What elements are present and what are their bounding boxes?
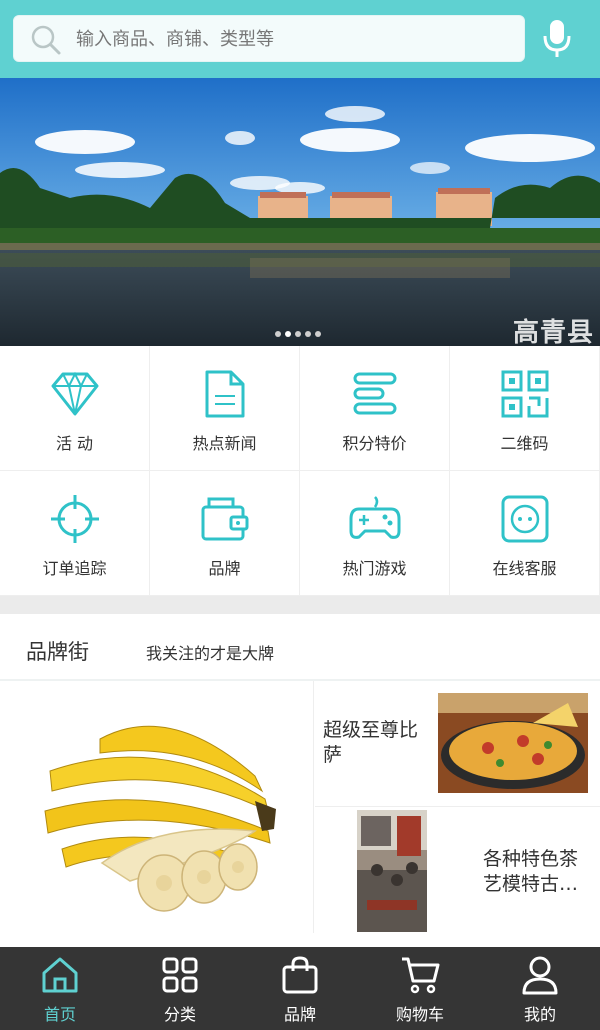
carousel-dot[interactable]: [275, 331, 281, 337]
crosshair-icon: [50, 495, 99, 543]
nav-label: 分类: [163, 1005, 196, 1024]
grid-item-customer-service[interactable]: 在线客服: [450, 471, 600, 596]
carousel-dot[interactable]: [295, 331, 301, 337]
grid-label: 活 动: [55, 434, 94, 453]
grid-item-games[interactable]: 热门游戏: [300, 471, 450, 596]
nav-home[interactable]: 首页: [0, 947, 120, 1030]
brand-card-title: 超级至尊比萨: [323, 719, 419, 766]
brand-card-pizza[interactable]: 超级至尊比萨: [315, 681, 600, 807]
brand-feature-banana[interactable]: [0, 681, 314, 933]
banner-image: [0, 78, 600, 346]
grid-item-brand[interactable]: 品牌: [150, 471, 300, 596]
grid-label: 热点新闻: [192, 434, 257, 453]
grid-item-order-tracking[interactable]: 订单追踪: [0, 471, 150, 596]
section-title: 品牌街: [26, 640, 89, 664]
home-icon: [42, 957, 78, 993]
gamepad-icon: [349, 496, 400, 539]
document-icon: [205, 370, 244, 418]
diamond-icon: [51, 371, 98, 416]
grid-label: 品牌: [208, 559, 241, 578]
list-icon: [353, 372, 396, 415]
banner-carousel[interactable]: [0, 78, 600, 346]
top-bar: 输入商品、商铺、类型等: [0, 0, 600, 78]
cart-icon: [402, 957, 440, 994]
tea-event-image: [357, 810, 427, 932]
bag-icon: [282, 956, 318, 994]
search-placeholder: 输入商品、商铺、类型等: [76, 29, 274, 50]
section-divider: [0, 596, 600, 614]
search-box[interactable]: 输入商品、商铺、类型等: [13, 15, 525, 62]
pizza-image: [438, 693, 588, 793]
grid-item-qr[interactable]: 二维码: [450, 346, 600, 471]
grid-label: 订单追踪: [42, 559, 107, 578]
microphone-icon[interactable]: [540, 18, 574, 58]
nav-label: 购物车: [395, 1005, 444, 1024]
carousel-dot[interactable]: [315, 331, 321, 337]
nav-profile[interactable]: 我的: [480, 947, 600, 1030]
grid-label: 二维码: [500, 434, 549, 453]
grid-item-activity[interactable]: 活 动: [0, 346, 150, 471]
function-grid: 活 动 热点新闻 积分特价 二维码 订单追踪 品牌 热门游戏 在线客服: [0, 346, 600, 596]
socket-icon: [501, 495, 548, 543]
grid-icon: [162, 957, 198, 993]
carousel-dot[interactable]: [305, 331, 311, 337]
bottom-nav: 首页 分类 品牌 购物车 我的: [0, 947, 600, 1030]
carousel-dot[interactable]: [285, 331, 291, 337]
brand-card-tea[interactable]: 各种特色茶艺模特古…: [315, 807, 600, 933]
brand-card-title: 各种特色茶艺模特古…: [483, 848, 579, 895]
nav-label: 品牌: [283, 1005, 316, 1024]
grid-label: 热门游戏: [342, 559, 407, 578]
grid-label: 积分特价: [342, 434, 407, 453]
search-icon: [31, 25, 61, 55]
grid-label: 在线客服: [492, 559, 557, 578]
banana-image: [44, 725, 276, 912]
nav-brand[interactable]: 品牌: [240, 947, 360, 1030]
nav-label: 首页: [43, 1005, 76, 1024]
grid-item-news[interactable]: 热点新闻: [150, 346, 300, 471]
carousel-indicator: [275, 331, 321, 339]
user-icon: [522, 956, 558, 995]
nav-category[interactable]: 分类: [120, 947, 240, 1030]
qr-code-icon: [501, 370, 548, 418]
banner-watermark: 高青县: [512, 318, 594, 348]
section-subtitle: 我关注的才是大牌: [146, 644, 275, 663]
wallet-icon: [201, 497, 248, 541]
nav-cart[interactable]: 购物车: [360, 947, 480, 1030]
grid-item-points[interactable]: 积分特价: [300, 346, 450, 471]
nav-label: 我的: [523, 1005, 556, 1024]
